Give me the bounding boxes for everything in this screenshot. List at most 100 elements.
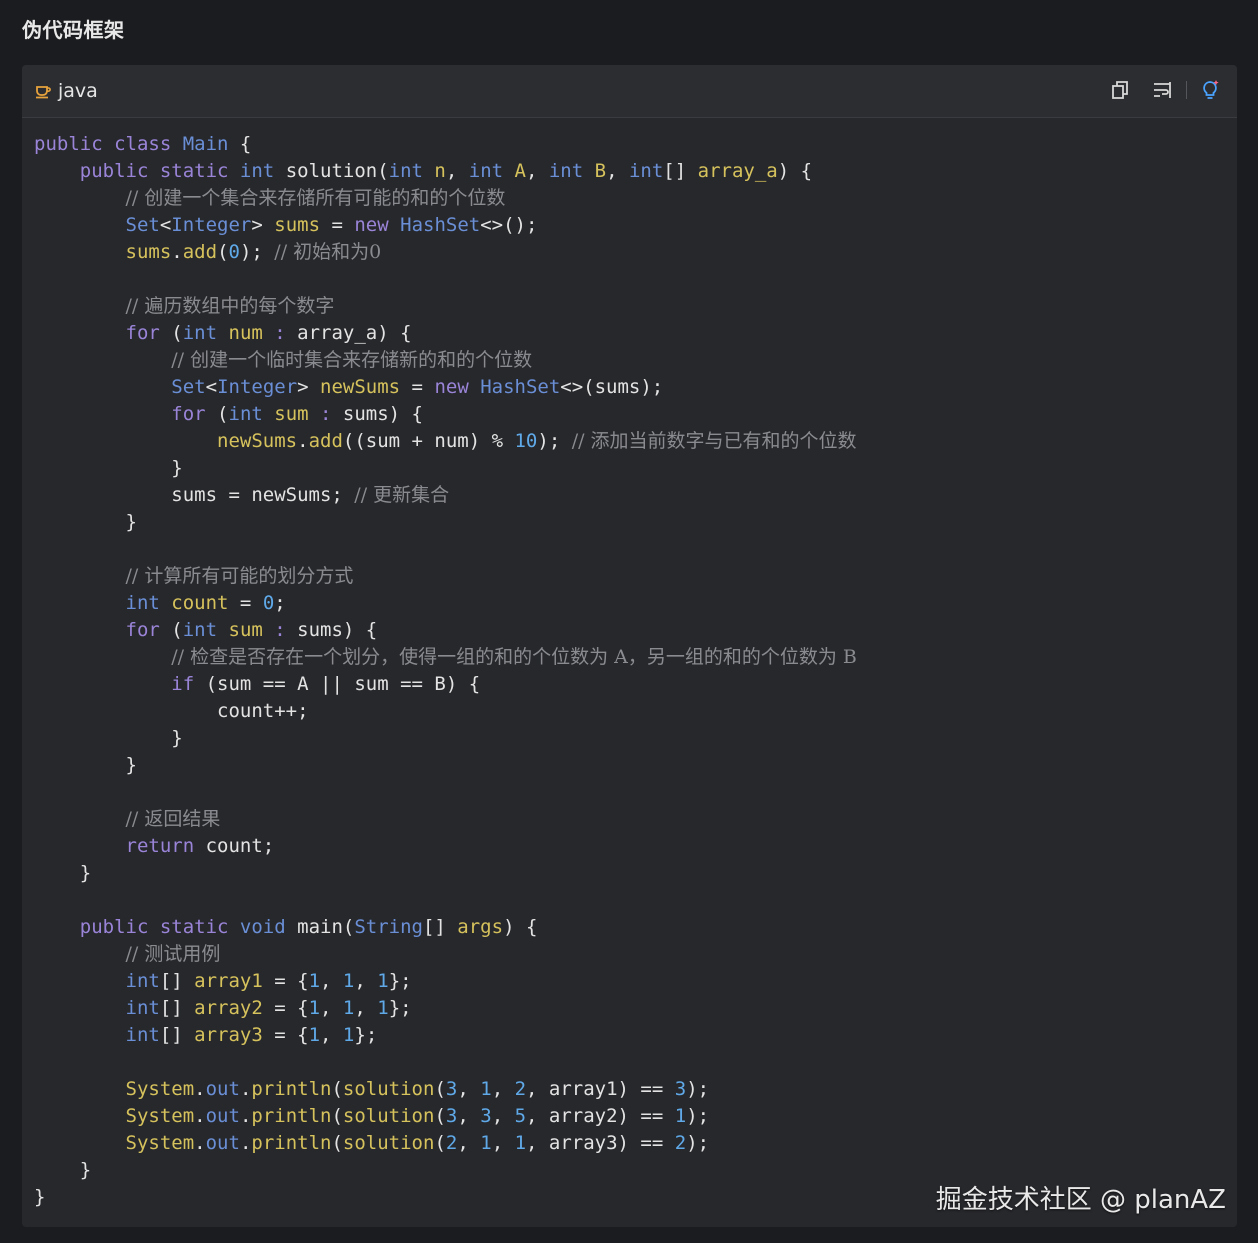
code-toolbar [1110,79,1221,101]
code-token: : [274,322,298,344]
code-token: } [34,862,92,884]
code-line: int count = 0; [34,590,1225,617]
code-line: } [34,455,1225,482]
code-token: ( [434,1078,446,1100]
code-token: . [171,241,183,263]
code-token: ); [686,1105,710,1127]
code-token: public class [34,133,183,155]
code-token: sum [228,619,275,641]
code-token: System [125,1105,195,1127]
wrap-button[interactable] [1152,79,1172,101]
code-token: System [125,1078,195,1100]
code-token: int [125,592,172,614]
code-token: , [320,970,343,992]
code-token: sums) { [297,619,378,641]
ai-explain-button[interactable] [1201,79,1221,101]
code-line: // 返回结果 [34,806,1225,833]
code-token: (sum == A || sum == B) { [205,673,481,695]
code-token: ( [171,322,183,344]
code-line: int[] array2 = {1, 1, 1}; [34,995,1225,1022]
code-token: ); [686,1078,710,1100]
code-token: for [171,403,218,425]
code-token: Set [125,214,160,236]
code-token: [] [663,160,698,182]
code-token: System [125,1132,195,1154]
code-token: . [239,1105,252,1127]
code-token: 1 [308,1024,321,1046]
code-token: int [125,970,160,992]
code-token: ( [331,1105,343,1127]
code-token: void [239,916,298,938]
code-token: = [331,214,355,236]
code-token: [] [159,1024,195,1046]
code-line: newSums.add((sum + num) % 10); // 添加当前数字… [34,428,1225,455]
code-line: if (sum == A || sum == B) { [34,671,1225,698]
code-token: int [125,1024,160,1046]
code-line: Set<Integer> newSums = new HashSet<>(sum… [34,374,1225,401]
code-token: 1 [674,1105,687,1127]
code-token: out [205,1078,240,1100]
code-token: } [34,754,137,776]
code-token: count++; [34,700,309,722]
code-token: for [125,322,172,344]
code-comment: // 创建一个临时集合来存储新的和的个位数 [171,349,533,371]
code-token: 0 [228,241,240,263]
code-token: public static [79,160,240,182]
code-line: int[] array3 = {1, 1}; [34,1022,1225,1049]
code-token: ); [239,241,275,263]
code-token: , [606,160,629,182]
code-content[interactable]: public class Main { public static int so… [34,131,1225,1211]
code-comment: // 更新集合 [354,484,450,506]
code-token: println [251,1132,332,1154]
code-token: 1 [308,997,321,1019]
code-line: for (int sum : sums) { [34,401,1225,428]
code-token: newSums [217,430,298,452]
code-token: println [251,1078,332,1100]
code-line: count++; [34,698,1225,725]
code-token: Integer [217,376,298,398]
code-token: sums) { [342,403,423,425]
code-token: int [228,403,275,425]
code-block: java public class Main {public static i… [22,65,1237,1227]
code-token: A [514,160,526,182]
code-line: for (int num : array_a) { [34,320,1225,347]
code-line: Set<Integer> sums = new HashSet<>(); [34,212,1225,239]
code-token: new [354,214,401,236]
code-token: Main [182,133,240,155]
code-line: // 测试用例 [34,941,1225,968]
code-token: 1 [514,1132,527,1154]
code-token: 1 [342,1024,355,1046]
code-token: = [411,376,435,398]
code-token: HashSet [400,214,481,236]
code-token: 1 [308,970,321,992]
code-token: return [125,835,206,857]
code-comment: // 初始和为0 [274,241,382,263]
code-token: }; [354,1024,378,1046]
copy-button[interactable] [1110,79,1130,101]
code-token: , [320,997,343,1019]
code-token: main( [297,916,355,938]
code-line: System.out.println(solution(2, 1, 1, arr… [34,1130,1225,1157]
code-token: } [34,727,183,749]
code-line: } [34,509,1225,536]
code-token: <>(); [480,214,538,236]
code-token: > [297,376,321,398]
code-line: System.out.println(solution(3, 1, 2, arr… [34,1076,1225,1103]
code-token: ( [331,1078,343,1100]
code-token: if [171,673,206,695]
code-line: // 遍历数组中的每个数字 [34,293,1225,320]
